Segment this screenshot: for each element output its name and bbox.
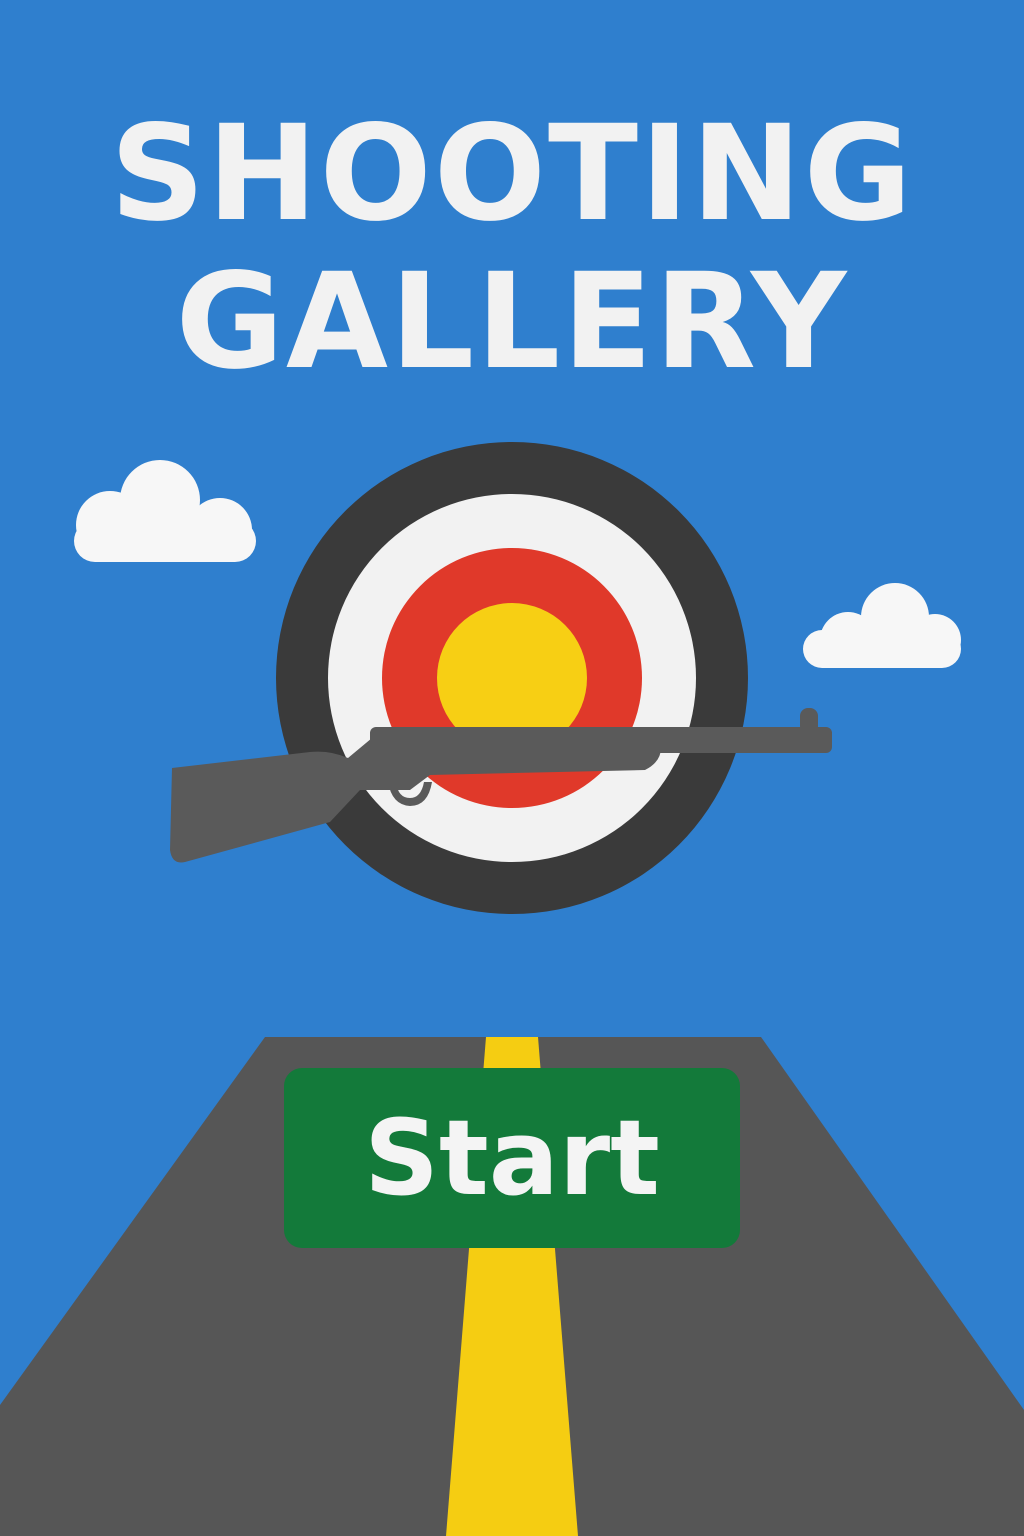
bullseye-target-icon	[276, 442, 748, 914]
game-title-line-1: SHOOTING	[110, 97, 914, 251]
game-title-line-2: GALLERY	[175, 245, 849, 399]
start-button[interactable]: Start	[284, 1068, 740, 1248]
